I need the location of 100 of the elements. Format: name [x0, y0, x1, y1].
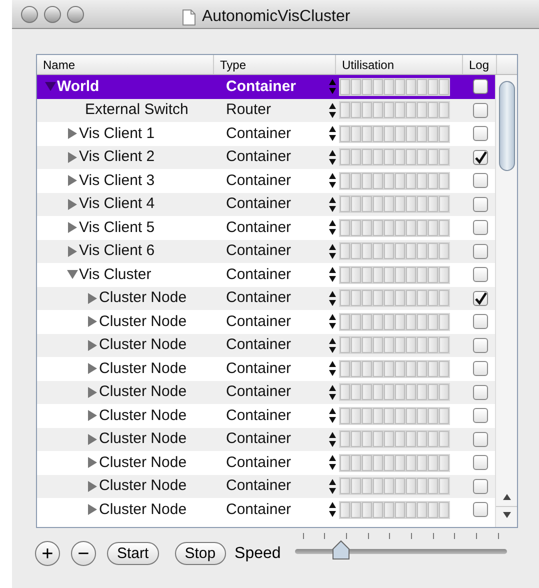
table-row[interactable]: Vis Client 4 Container [37, 192, 496, 216]
node-name: Cluster Node [99, 382, 187, 402]
node-type: Container [226, 241, 292, 261]
log-checkbox[interactable] [472, 126, 488, 142]
zoom-button[interactable] [67, 6, 84, 22]
log-checkbox[interactable] [472, 244, 488, 259]
node-type: Container [226, 335, 292, 355]
node-name: Cluster Node [99, 335, 187, 355]
log-checkbox[interactable] [472, 338, 488, 353]
slider-thumb[interactable] [332, 540, 350, 560]
table-row[interactable]: Vis Client 2 Container [37, 146, 496, 169]
table-row[interactable]: Cluster Node Container [37, 334, 496, 357]
stepper-icon[interactable] [329, 173, 336, 188]
stepper-icon[interactable] [329, 102, 336, 118]
table-row[interactable]: Vis Client 6 Container [37, 240, 496, 263]
node-name: Vis Client 1 [79, 124, 155, 144]
node-type: Container [226, 358, 292, 378]
collapsed-disclosure-icon[interactable] [66, 222, 78, 234]
log-checkbox[interactable] [472, 384, 488, 400]
column-header[interactable]: Utilisation [342, 56, 394, 74]
column-header[interactable]: Log [469, 56, 490, 74]
scroll-bar[interactable] [495, 75, 517, 527]
stepper-icon[interactable] [329, 455, 336, 470]
log-checkbox[interactable] [472, 102, 488, 118]
log-checkbox[interactable] [472, 173, 488, 188]
table-row[interactable]: Cluster Node Container [37, 474, 496, 498]
node-type: Container [226, 170, 292, 190]
table-row[interactable]: World Container [37, 75, 496, 98]
log-checkbox[interactable] [472, 502, 488, 518]
speed-label: Speed [234, 544, 281, 564]
collapsed-disclosure-icon[interactable] [86, 340, 98, 351]
log-checkbox[interactable] [472, 290, 488, 306]
column-header[interactable]: Name [43, 56, 76, 74]
push-button[interactable]: Stop [174, 542, 226, 565]
collapsed-disclosure-icon[interactable] [86, 316, 98, 328]
collapsed-disclosure-icon[interactable] [86, 457, 98, 468]
collapsed-disclosure-icon[interactable] [86, 434, 98, 445]
node-type: Container [226, 264, 292, 284]
table-row[interactable]: External Switch Router [37, 98, 496, 122]
round-button[interactable]: − [71, 541, 96, 566]
node-name: Vis Client 4 [79, 194, 155, 214]
stepper-icon[interactable] [329, 408, 336, 424]
collapsed-disclosure-icon[interactable] [66, 246, 78, 257]
stepper-icon[interactable] [329, 196, 336, 212]
stepper-icon[interactable] [329, 267, 336, 282]
stepper-icon[interactable] [329, 384, 336, 400]
speed-slider[interactable] [294, 540, 507, 562]
node-name: Vis Client 3 [79, 170, 155, 190]
close-button[interactable] [21, 6, 38, 22]
stepper-icon[interactable] [329, 244, 336, 259]
stepper-icon[interactable] [329, 478, 336, 494]
up-arrow-icon[interactable] [503, 494, 511, 500]
node-name: Cluster Node [99, 429, 187, 449]
log-checkbox[interactable] [472, 314, 488, 330]
collapsed-disclosure-icon[interactable] [86, 363, 98, 374]
log-checkbox[interactable] [472, 150, 488, 165]
stepper-icon[interactable] [329, 220, 336, 236]
expanded-disclosure-icon[interactable] [66, 269, 78, 280]
node-type: Container [226, 429, 292, 449]
log-checkbox[interactable] [472, 455, 488, 470]
stepper-icon[interactable] [329, 126, 336, 142]
stepper-icon[interactable] [329, 150, 336, 165]
log-checkbox[interactable] [472, 220, 488, 236]
collapsed-disclosure-icon[interactable] [66, 128, 78, 140]
log-checkbox[interactable] [472, 79, 488, 94]
down-arrow-icon[interactable] [503, 512, 511, 518]
collapsed-disclosure-icon[interactable] [66, 152, 78, 163]
document-icon [182, 8, 196, 26]
node-name: External Switch [84, 100, 188, 120]
column-header[interactable]: Type [220, 56, 246, 74]
node-type: Container [226, 452, 292, 472]
collapsed-disclosure-icon[interactable] [86, 292, 98, 304]
stepper-icon[interactable] [329, 314, 336, 330]
collapsed-disclosure-icon[interactable] [86, 504, 98, 516]
scroll-thumb[interactable] [498, 81, 514, 171]
push-button[interactable]: Start [107, 542, 159, 565]
node-name: Cluster Node [99, 312, 187, 332]
minimize-button[interactable] [44, 6, 61, 22]
table-row[interactable]: Cluster Node Container [37, 380, 496, 404]
collapsed-disclosure-icon[interactable] [86, 386, 98, 398]
node-name: Vis Client 6 [79, 241, 155, 261]
collapsed-disclosure-icon[interactable] [66, 198, 78, 210]
node-name: Cluster Node [99, 406, 187, 426]
collapsed-disclosure-icon[interactable] [86, 480, 98, 492]
log-checkbox[interactable] [472, 361, 488, 376]
round-button[interactable]: + [35, 541, 60, 566]
stepper-icon[interactable] [329, 361, 336, 376]
stepper-icon[interactable] [329, 338, 336, 353]
log-checkbox[interactable] [472, 267, 488, 282]
stepper-icon[interactable] [329, 502, 336, 518]
log-checkbox[interactable] [472, 408, 488, 424]
table-row[interactable]: Cluster Node Container [37, 428, 496, 451]
table-row[interactable]: Cluster Node Container [37, 286, 496, 310]
collapsed-disclosure-icon[interactable] [86, 410, 98, 422]
collapsed-disclosure-icon[interactable] [66, 175, 78, 186]
stepper-icon[interactable] [329, 432, 336, 447]
log-checkbox[interactable] [472, 478, 488, 494]
log-checkbox[interactable] [472, 432, 488, 447]
log-checkbox[interactable] [472, 196, 488, 212]
stepper-icon[interactable] [329, 290, 336, 306]
